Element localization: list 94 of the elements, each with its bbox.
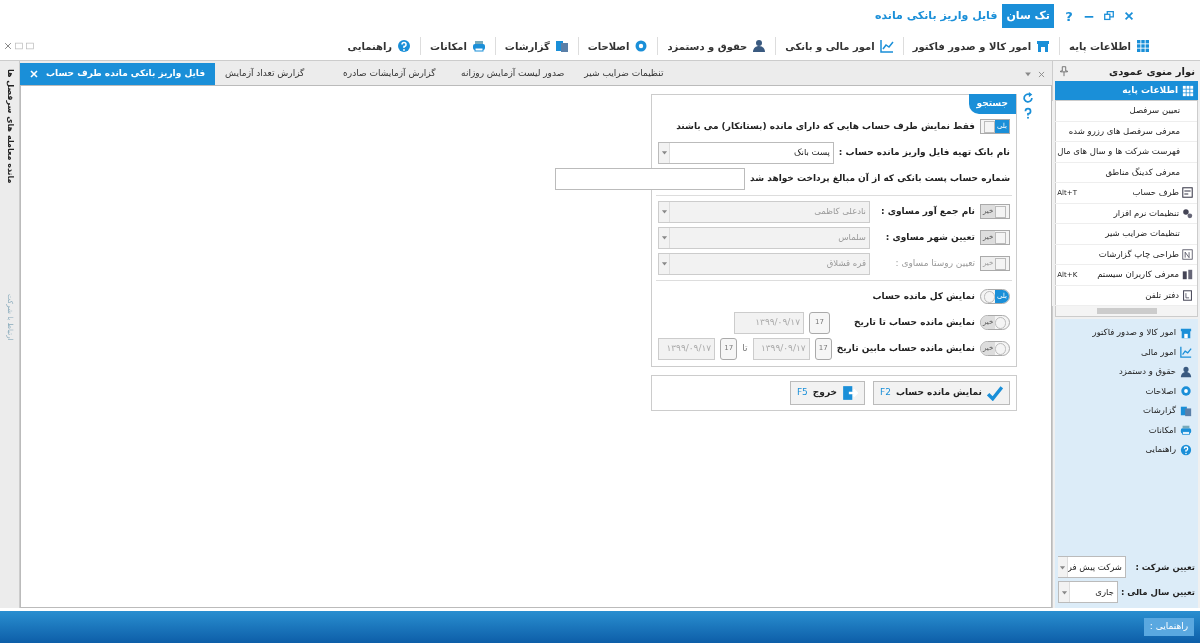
refresh-icon [1022, 92, 1034, 104]
group-icon [1180, 365, 1192, 378]
close-icon[interactable] [30, 70, 38, 78]
shortcut-label: F5 [796, 385, 808, 399]
item-label: معرفی کاربران سیستم [1097, 268, 1179, 282]
close-icon [1123, 10, 1135, 22]
sidebar-title: نوار منوی عمودی [1109, 64, 1195, 79]
item-label: فهرست شرکت ها و سال های مال [1057, 145, 1180, 159]
sidebar-group[interactable]: گزارشات [1055, 401, 1198, 421]
item-icon [1182, 187, 1193, 199]
range-label: تا [742, 341, 748, 355]
group-icon [1180, 326, 1192, 339]
field-label: نمایش مانده حساب مابین تاریخ [836, 341, 975, 356]
item-icon [1182, 207, 1193, 219]
field-label: تعیین شهر مساوی : [884, 230, 975, 245]
dropdown-field[interactable]: جاری [1058, 581, 1118, 603]
menu-icon [471, 39, 486, 53]
group-icon [1180, 424, 1192, 437]
sidebar-group[interactable]: امور کالا و صدور فاکتور [1055, 323, 1198, 343]
sidebar-group[interactable]: امکانات [1055, 420, 1198, 440]
item-icon [1182, 289, 1193, 301]
sidebar-item[interactable]: طراحی چاپ گزارشات [1053, 244, 1197, 265]
side-tab[interactable]: مانده معامله های سرفصل ها [3, 69, 16, 184]
sidebar-group-header[interactable]: اطلاعات پایه [1055, 81, 1198, 100]
tab[interactable]: گزارش تعداد آزمایش [215, 63, 334, 85]
help-icon [1022, 107, 1034, 119]
item-icon [1182, 248, 1193, 260]
menu-icon [554, 39, 569, 53]
horizontal-scrollbar[interactable] [1056, 306, 1197, 316]
group-label: اطلاعات پایه [1122, 83, 1178, 97]
app-badge: تک سان [1002, 3, 1054, 29]
tab[interactable]: تنظیمات ضرایب شیر [574, 63, 693, 85]
item-label: معرفی کدینگ مناطق [1105, 165, 1180, 179]
field-label: تعیین روستا مساوی : [894, 256, 975, 270]
item-icon [1182, 269, 1193, 281]
group-icon [1180, 443, 1192, 456]
menu-item[interactable]: گزارشات [502, 38, 571, 54]
menu-icon [634, 39, 649, 53]
field-label: نمایش مانده حساب تا تاریخ [853, 315, 975, 330]
menu-item[interactable]: اصلاحات [585, 38, 651, 54]
menu-icon [752, 39, 767, 53]
group-icon [1180, 346, 1192, 359]
menu-item[interactable]: امور مالی و بانکی [783, 38, 896, 54]
grid-icon [1182, 84, 1194, 97]
close-icon [3, 41, 13, 51]
field-label: نمایش کل مانده حساب [872, 289, 975, 304]
shortcut-label: F2 [880, 385, 891, 399]
dropdown-field[interactable]: پست بانک [658, 141, 834, 164]
caret-icon [660, 233, 669, 242]
exit-icon [842, 384, 858, 401]
menu-item[interactable]: راهنمایی [345, 38, 414, 54]
menu-item[interactable]: امکانات [428, 38, 488, 54]
item-label: تنظیمات ضرایب شیر [1105, 227, 1180, 241]
field-label: نام جمع آور مساوی : [880, 204, 975, 219]
item-label: طراحی چاپ گزارشات [1098, 247, 1179, 261]
window-title: فایل واریز بانکی مانده [874, 7, 999, 24]
caret-icon [660, 148, 669, 157]
field-label: شماره حساب پست بانکی که از آن مبالغ پرداخت خواهد شد [750, 171, 1010, 186]
sidebar-group[interactable]: امور مالی [1055, 342, 1198, 362]
sidebar-group[interactable]: حقوق و دستمزد [1055, 362, 1198, 382]
tab[interactable]: گزارش آزمایشات صادره [333, 63, 452, 85]
tab[interactable]: صدور لیست آزمایش روزانه [451, 63, 575, 85]
item-label: طرف حساب [1132, 186, 1179, 200]
section-title: جستجو [968, 94, 1016, 114]
field-label: تعیین سال مالی : [1120, 585, 1195, 599]
menu-item[interactable]: امور کالا و صدور فاکتور [910, 38, 1053, 54]
field-label: فقط نمایش طرف حساب هایی که دارای مانده (بستانکار) می باشند [676, 119, 975, 134]
field-label: نام بانک تهیه فایل واریز مانده حساب : [838, 145, 1010, 160]
menu-icon [1036, 39, 1051, 53]
pin-icon [1058, 65, 1070, 77]
item-label: تعیین سرفصل [1129, 104, 1180, 118]
menu-icon [879, 39, 894, 53]
group-icon [1180, 404, 1192, 417]
sidebar-group[interactable]: راهنمایی [1055, 440, 1198, 460]
menu-icon [397, 39, 412, 53]
field-label: تعیین شرکت : [1135, 560, 1195, 574]
close-icon [1037, 69, 1046, 79]
dropdown-field[interactable]: شرکت پیش فر [1058, 556, 1126, 578]
item-label: معرفی سرفصل های رزرو شده [1068, 124, 1180, 138]
caret-icon [660, 259, 669, 268]
tab[interactable]: فایل واریز بانکی مانده طرف حساب [20, 63, 216, 85]
item-label: دفتر تلفن [1145, 288, 1179, 302]
item-label: تنظیمات نرم افزار [1113, 206, 1179, 220]
input-field[interactable] [555, 167, 745, 190]
caret-icon [660, 207, 669, 216]
menu-item[interactable]: اطلاعات پایه [1067, 38, 1152, 54]
help-button[interactable]: ? [1060, 7, 1078, 25]
menu-item[interactable]: حقوق و دستمزد [665, 38, 769, 54]
sidebar-group[interactable]: اصلاحات [1055, 381, 1198, 401]
menu-icon [1136, 39, 1150, 53]
group-icon [1180, 385, 1192, 398]
check-icon [987, 384, 1003, 401]
restore-icon [1103, 10, 1115, 22]
status-label: راهنمایی : [1143, 618, 1194, 636]
